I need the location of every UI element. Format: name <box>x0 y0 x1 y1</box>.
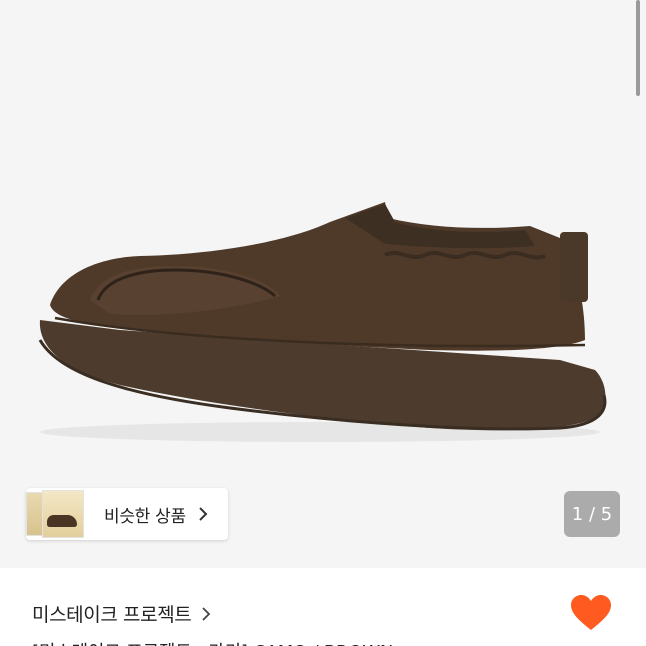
product-image-gallery[interactable]: 비슷한 상품 1 / 5 <box>0 0 646 568</box>
scrollbar[interactable] <box>636 0 640 96</box>
shop-name: 미스테이크 프로젝트 <box>32 604 192 626</box>
product-info: 미스테이크 프로젝트 [미스테이크 프로젝트 · 카키] CAMO / BROW… <box>0 568 646 646</box>
similar-products-label: 비슷한 상품 <box>104 506 186 527</box>
product-title: [미스테이크 프로젝트 · 카키] CAMO / BROWN <box>32 638 393 646</box>
shop-link[interactable]: 미스테이크 프로젝트 <box>32 600 211 627</box>
heart-icon[interactable] <box>570 594 612 632</box>
product-image[interactable] <box>0 0 646 568</box>
similar-products-thumbnails <box>26 488 84 540</box>
chevron-right-icon <box>199 507 208 521</box>
chevron-right-icon <box>202 606 211 621</box>
page-indicator: 1 / 5 <box>564 491 620 537</box>
similar-thumbnail <box>42 490 84 538</box>
similar-products-button[interactable]: 비슷한 상품 <box>26 488 228 540</box>
